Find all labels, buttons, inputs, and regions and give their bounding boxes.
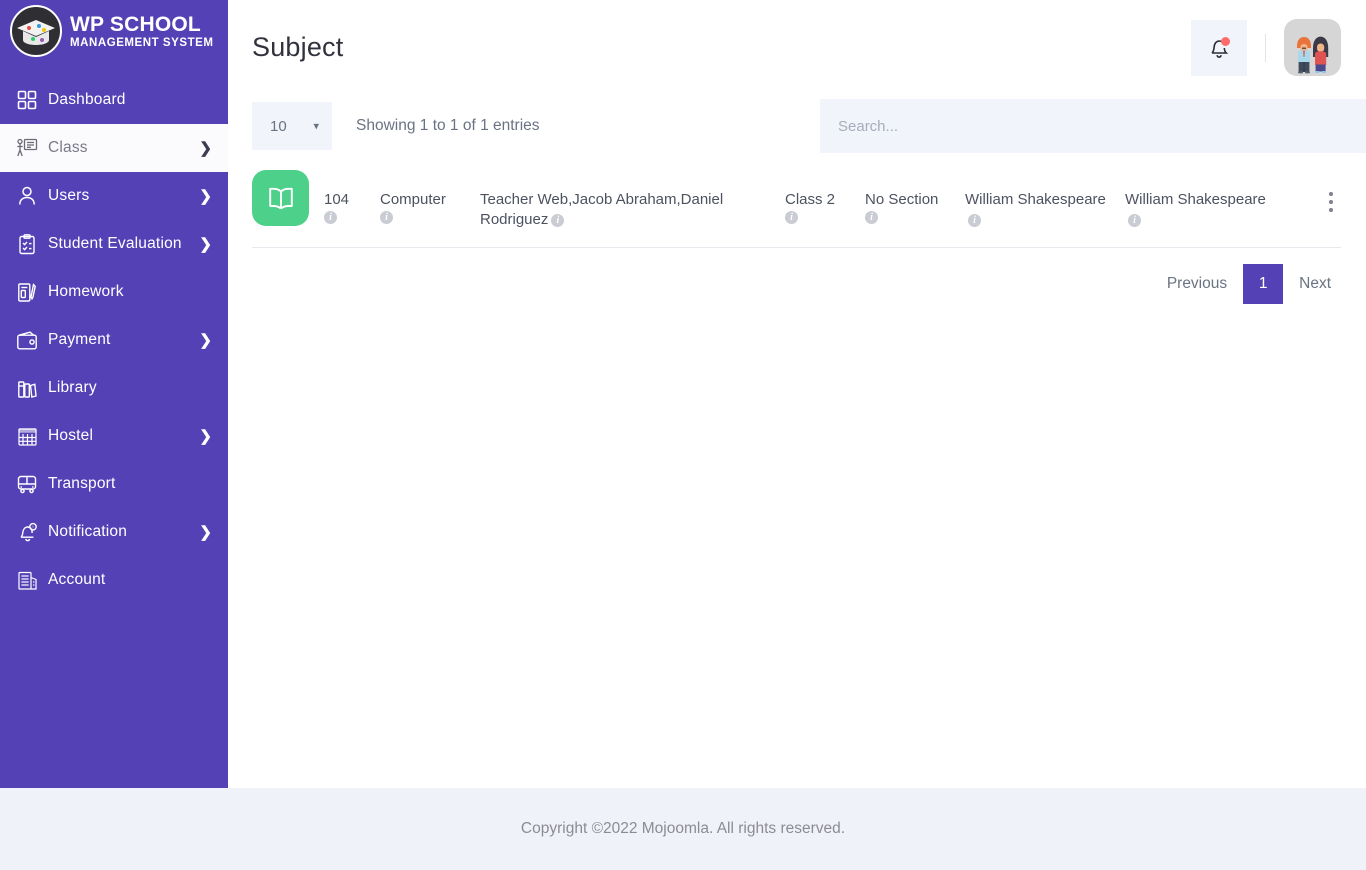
pagination: Previous 1 Next (228, 248, 1366, 304)
teacher-board-icon (14, 135, 40, 161)
sidebar-item-label: Student Evaluation (48, 235, 182, 252)
brand-logo[interactable]: WP SCHOOL MANAGEMENT SYSTEM (0, 0, 228, 62)
sidebar-item-label: Notification (48, 523, 128, 540)
sidebar-item-student-evaluation[interactable]: Student Evaluation ❯ (0, 220, 228, 268)
brand-tagline: MANAGEMENT SYSTEM (70, 37, 214, 50)
sidebar-item-label: Hostel (48, 427, 94, 444)
sidebar-item-users[interactable]: Users ❯ (0, 172, 228, 220)
search-input[interactable] (820, 99, 1366, 153)
brand-name: WP SCHOOL (70, 13, 201, 37)
chevron-right-icon: ❯ (199, 139, 212, 157)
sidebar-item-notification[interactable]: ! Notification ❯ (0, 508, 228, 556)
cell-class-value: Class 2 (785, 191, 836, 208)
sidebar-item-payment[interactable]: Payment ❯ (0, 316, 228, 364)
table-toolbar: 10 ▾ Showing 1 to 1 of 1 entries (228, 95, 1366, 157)
chevron-right-icon: ❯ (199, 427, 212, 445)
chevron-right-icon: ❯ (199, 331, 212, 349)
sidebar-item-label: Library (48, 379, 97, 396)
sidebar-item-hostel[interactable]: Hostel ❯ (0, 412, 228, 460)
hostel-icon (14, 423, 40, 449)
user-icon (14, 183, 40, 209)
chevron-right-icon: ❯ (199, 187, 212, 205)
pagination-next[interactable]: Next (1289, 264, 1341, 304)
notification-button[interactable] (1191, 19, 1247, 76)
info-icon[interactable]: i (380, 211, 393, 224)
table-row: 104 i Computer i Teacher Web,Jacob Abrah… (252, 157, 1341, 248)
topbar: Subject (228, 0, 1366, 95)
avatar[interactable] (1284, 19, 1341, 76)
pagination-page-1[interactable]: 1 (1243, 264, 1284, 304)
info-icon[interactable]: i (865, 211, 878, 224)
info-icon[interactable]: i (785, 211, 798, 224)
cell-teachers: Teacher Web,Jacob Abraham,Daniel Rodrigu… (480, 170, 785, 230)
couple-avatar-icon (1296, 36, 1328, 74)
info-icon[interactable]: i (551, 214, 565, 227)
grid-icon (14, 87, 40, 113)
wallet-icon (14, 327, 40, 353)
cell-author: William Shakespeare i (965, 170, 1125, 230)
cell-publisher-value: William Shakespeare (1125, 191, 1266, 208)
sidebar-item-label: Class (48, 139, 88, 156)
topbar-actions (1191, 0, 1341, 95)
copyright-text: Copyright ©2022 Mojoomla. All rights res… (520, 820, 846, 837)
info-icon[interactable]: i (1128, 214, 1141, 227)
info-icon[interactable]: i (324, 211, 337, 224)
vertical-dots-icon (1329, 192, 1333, 212)
row-actions-button[interactable] (1329, 170, 1341, 212)
sidebar-item-label: Payment (48, 331, 111, 348)
footer: Copyright ©2022 Mojoomla. All rights res… (0, 788, 1366, 870)
sidebar-item-dashboard[interactable]: Dashboard (0, 76, 228, 124)
cell-subject-value: Computer (380, 191, 446, 208)
cell-section-value: No Section (865, 191, 939, 208)
sidebar-item-label: Users (48, 187, 90, 204)
cell-id: 104 i (324, 170, 380, 224)
page-length-wrapper: 10 ▾ (252, 102, 332, 150)
bus-icon (14, 471, 40, 497)
chevron-right-icon: ❯ (199, 523, 212, 541)
cell-class: Class 2 i (785, 170, 865, 224)
sidebar-item-class[interactable]: Class ❯ (0, 124, 228, 172)
page-length-select[interactable]: 10 (252, 102, 332, 150)
info-icon[interactable]: i (968, 214, 981, 227)
graduation-cap-icon (10, 5, 62, 57)
app-root: WP SCHOOL MANAGEMENT SYSTEM Dashboard Cl… (0, 0, 1366, 870)
cell-section: No Section i (865, 170, 965, 224)
row-icon-cell (252, 170, 324, 226)
entries-info: Showing 1 to 1 of 1 entries (356, 117, 540, 134)
topbar-divider (1265, 33, 1266, 62)
page-title: Subject (252, 32, 344, 62)
cell-subject: Computer i (380, 170, 480, 224)
sidebar-item-label: Homework (48, 283, 124, 300)
bell-alert-icon: ! (14, 519, 40, 545)
clipboard-icon (14, 231, 40, 257)
svg-text:!: ! (32, 524, 33, 529)
cell-teachers-value: Teacher Web,Jacob Abraham,Daniel Rodrigu… (480, 191, 724, 228)
sidebar-item-label: Account (48, 571, 106, 588)
graduation-cap-glyph (17, 19, 55, 45)
subject-table: 104 i Computer i Teacher Web,Jacob Abrah… (228, 157, 1366, 248)
cell-id-value: 104 (324, 191, 350, 208)
sidebar-item-transport[interactable]: Transport (0, 460, 228, 508)
cell-publisher: William Shakespeare i (1125, 170, 1285, 230)
chevron-right-icon: ❯ (199, 235, 212, 253)
sidebar: WP SCHOOL MANAGEMENT SYSTEM Dashboard Cl… (0, 0, 228, 788)
sidebar-nav: Dashboard Class ❯ Users ❯ Student Evalua… (0, 76, 228, 604)
pagination-previous[interactable]: Previous (1157, 264, 1237, 304)
sidebar-item-homework[interactable]: Homework (0, 268, 228, 316)
open-book-icon (252, 170, 309, 226)
notification-alert-dot (1221, 36, 1230, 46)
sidebar-item-label: Transport (48, 475, 116, 492)
books-icon (14, 375, 40, 401)
building-icon (14, 567, 40, 593)
sidebar-item-label: Dashboard (48, 91, 126, 108)
homework-icon (14, 279, 40, 305)
cell-author-value: William Shakespeare (965, 191, 1106, 208)
sidebar-item-account[interactable]: Account (0, 556, 228, 604)
sidebar-item-library[interactable]: Library (0, 364, 228, 412)
main-content: Subject 10 ▾ Showing 1 to 1 of 1 entries… (228, 0, 1366, 788)
